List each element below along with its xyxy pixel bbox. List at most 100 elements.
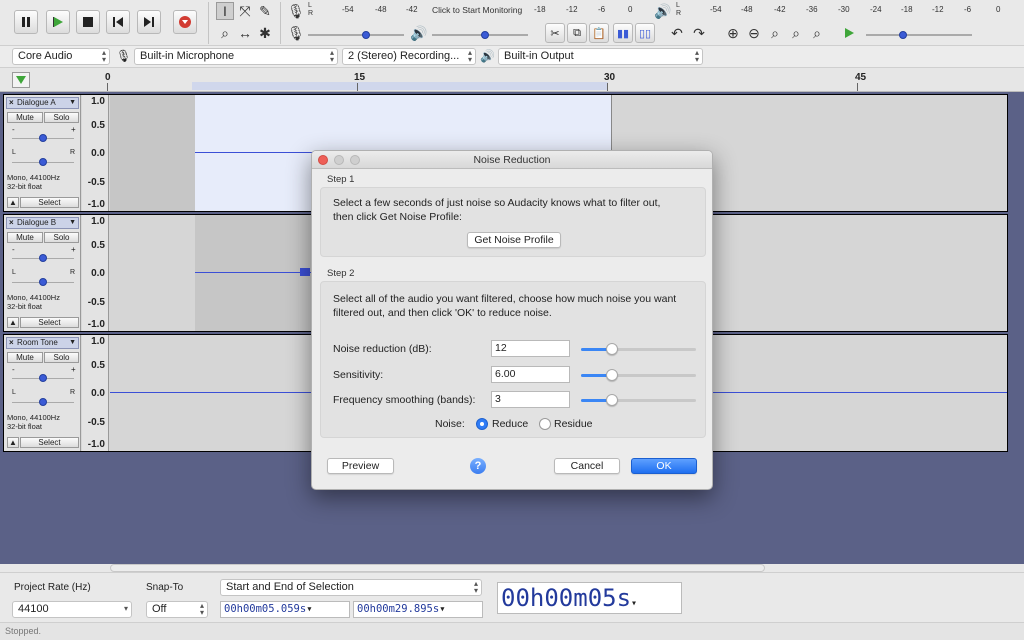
- copy-button[interactable]: ⧉: [567, 23, 587, 43]
- slider-thumb[interactable]: [39, 374, 47, 382]
- trim-button[interactable]: ▮▮: [613, 23, 633, 43]
- playback-meter[interactable]: -54 -48 -42 -36 -30 -24 -18 -12 -6 0: [686, 2, 1016, 16]
- pan-slider[interactable]: [12, 158, 74, 166]
- silence-button[interactable]: ▯▯: [635, 23, 655, 43]
- recording-volume-slider[interactable]: [308, 31, 404, 39]
- track-name-button[interactable]: × Dialogue B ▼: [6, 217, 79, 229]
- multi-tool[interactable]: ✱: [256, 24, 274, 42]
- redo-button[interactable]: ↷: [690, 24, 708, 42]
- gain-slider[interactable]: [12, 374, 74, 382]
- gain-slider[interactable]: [12, 254, 74, 262]
- frequency-smoothing-input[interactable]: 3: [491, 391, 570, 408]
- reduce-radio[interactable]: [476, 418, 488, 430]
- mute-button[interactable]: Mute: [7, 232, 43, 243]
- zoom-window-button[interactable]: [350, 155, 360, 165]
- zoom-in-button[interactable]: ⊕: [724, 24, 742, 42]
- slider-thumb[interactable]: [39, 278, 47, 286]
- pause-button[interactable]: [14, 10, 38, 34]
- solo-button[interactable]: Solo: [44, 112, 79, 123]
- close-icon[interactable]: ×: [9, 338, 17, 348]
- skip-to-start-button[interactable]: [106, 10, 130, 34]
- mute-button[interactable]: Mute: [7, 112, 43, 123]
- slider-thumb[interactable]: [480, 31, 489, 39]
- play-speed-slider[interactable]: [866, 31, 972, 39]
- skip-to-end-button[interactable]: [137, 10, 161, 34]
- timeshift-tool[interactable]: ↔: [236, 24, 254, 42]
- slider-knob[interactable]: [606, 343, 619, 355]
- solo-button[interactable]: Solo: [44, 352, 79, 363]
- select-button[interactable]: Select: [20, 437, 79, 448]
- frequency-smoothing-slider[interactable]: [581, 393, 696, 407]
- audio-host-select[interactable]: Core Audio ▴ ▾: [12, 48, 110, 65]
- zoom-toggle-button[interactable]: ⌕: [808, 24, 826, 42]
- snap-to-select[interactable]: Off ▴ ▾: [146, 601, 208, 618]
- playback-device-select[interactable]: Built-in Output ▴ ▾: [498, 48, 703, 65]
- slider-thumb[interactable]: [899, 31, 908, 39]
- cancel-button[interactable]: Cancel: [554, 458, 620, 474]
- slider-thumb[interactable]: [39, 254, 47, 262]
- preview-button[interactable]: Preview: [327, 458, 394, 474]
- collapse-button[interactable]: ▲: [7, 317, 19, 328]
- recording-device-select[interactable]: Built-in Microphone ▴ ▾: [134, 48, 338, 65]
- slider-thumb[interactable]: [361, 31, 370, 39]
- dialog-titlebar[interactable]: Noise Reduction: [312, 151, 712, 169]
- close-icon[interactable]: ×: [9, 98, 17, 108]
- play-button[interactable]: [46, 10, 70, 34]
- residue-radio[interactable]: [539, 418, 551, 430]
- channels-select[interactable]: 2 (Stereo) Recording... ▴ ▾: [342, 48, 476, 65]
- undo-button[interactable]: ↶: [668, 24, 686, 42]
- fit-selection-button[interactable]: ⌕: [766, 24, 784, 42]
- close-window-button[interactable]: [318, 155, 328, 165]
- zoom-tool[interactable]: ⌕: [216, 24, 234, 42]
- noise-reduction-input[interactable]: 12: [491, 340, 570, 357]
- gain-slider[interactable]: [12, 134, 74, 142]
- slider-thumb[interactable]: [39, 398, 47, 406]
- track-name-button[interactable]: × Dialogue A ▼: [6, 97, 79, 109]
- sensitivity-input[interactable]: 6.00: [491, 366, 570, 383]
- selection-end-field[interactable]: 00h00m29.895s▾: [353, 601, 483, 618]
- monitor-label[interactable]: Click to Start Monitoring: [432, 5, 522, 15]
- sensitivity-slider[interactable]: [581, 368, 696, 382]
- audio-position-field[interactable]: 00h00m05s▾: [497, 582, 682, 614]
- playback-volume-slider[interactable]: [432, 31, 528, 39]
- zoom-out-button[interactable]: ⊖: [745, 24, 763, 42]
- selection-start-field[interactable]: 00h00m05.059s▾: [220, 601, 350, 618]
- minimize-window-button[interactable]: [334, 155, 344, 165]
- record-button[interactable]: [173, 10, 197, 34]
- slider-knob[interactable]: [606, 394, 619, 406]
- track-name-button[interactable]: × Room Tone ▼: [6, 337, 79, 349]
- slider-thumb[interactable]: [39, 158, 47, 166]
- timeline-ruler[interactable]: 0 15 30 45: [0, 68, 1024, 92]
- selection-tool[interactable]: I: [216, 2, 234, 20]
- cut-button[interactable]: ✂: [545, 23, 565, 43]
- project-rate-select[interactable]: 44100 ▾: [12, 601, 132, 618]
- recording-meter[interactable]: -54 -48 -42 Click to Start Monitoring -1…: [318, 2, 638, 16]
- help-button[interactable]: ?: [470, 458, 486, 474]
- get-noise-profile-button[interactable]: Get Noise Profile: [467, 232, 561, 248]
- play-at-speed-button[interactable]: [840, 24, 858, 42]
- horizontal-scrollbar[interactable]: [110, 564, 765, 572]
- collapse-button[interactable]: ▲: [7, 437, 19, 448]
- solo-button[interactable]: Solo: [44, 232, 79, 243]
- residue-label[interactable]: Residue: [554, 417, 593, 431]
- stop-button[interactable]: [76, 10, 100, 34]
- slider-knob[interactable]: [606, 369, 619, 381]
- ok-button[interactable]: OK: [631, 458, 697, 474]
- draw-tool[interactable]: ✎: [256, 2, 274, 20]
- pin-head-button[interactable]: [12, 72, 30, 88]
- envelope-tool[interactable]: ⤧: [236, 2, 254, 20]
- select-button[interactable]: Select: [20, 197, 79, 208]
- slider-thumb[interactable]: [39, 134, 47, 142]
- fit-project-button[interactable]: ⌕: [787, 24, 805, 42]
- mute-button[interactable]: Mute: [7, 352, 43, 363]
- selection-mode-select[interactable]: Start and End of Selection ▴ ▾: [220, 579, 482, 596]
- paste-button[interactable]: 📋: [589, 23, 609, 43]
- pan-slider[interactable]: [12, 278, 74, 286]
- reduce-label[interactable]: Reduce: [492, 417, 528, 431]
- selection-range-bar[interactable]: [192, 82, 608, 90]
- noise-reduction-slider[interactable]: [581, 342, 696, 356]
- pan-slider[interactable]: [12, 398, 74, 406]
- collapse-button[interactable]: ▲: [7, 197, 19, 208]
- select-button[interactable]: Select: [20, 317, 79, 328]
- close-icon[interactable]: ×: [9, 218, 17, 228]
